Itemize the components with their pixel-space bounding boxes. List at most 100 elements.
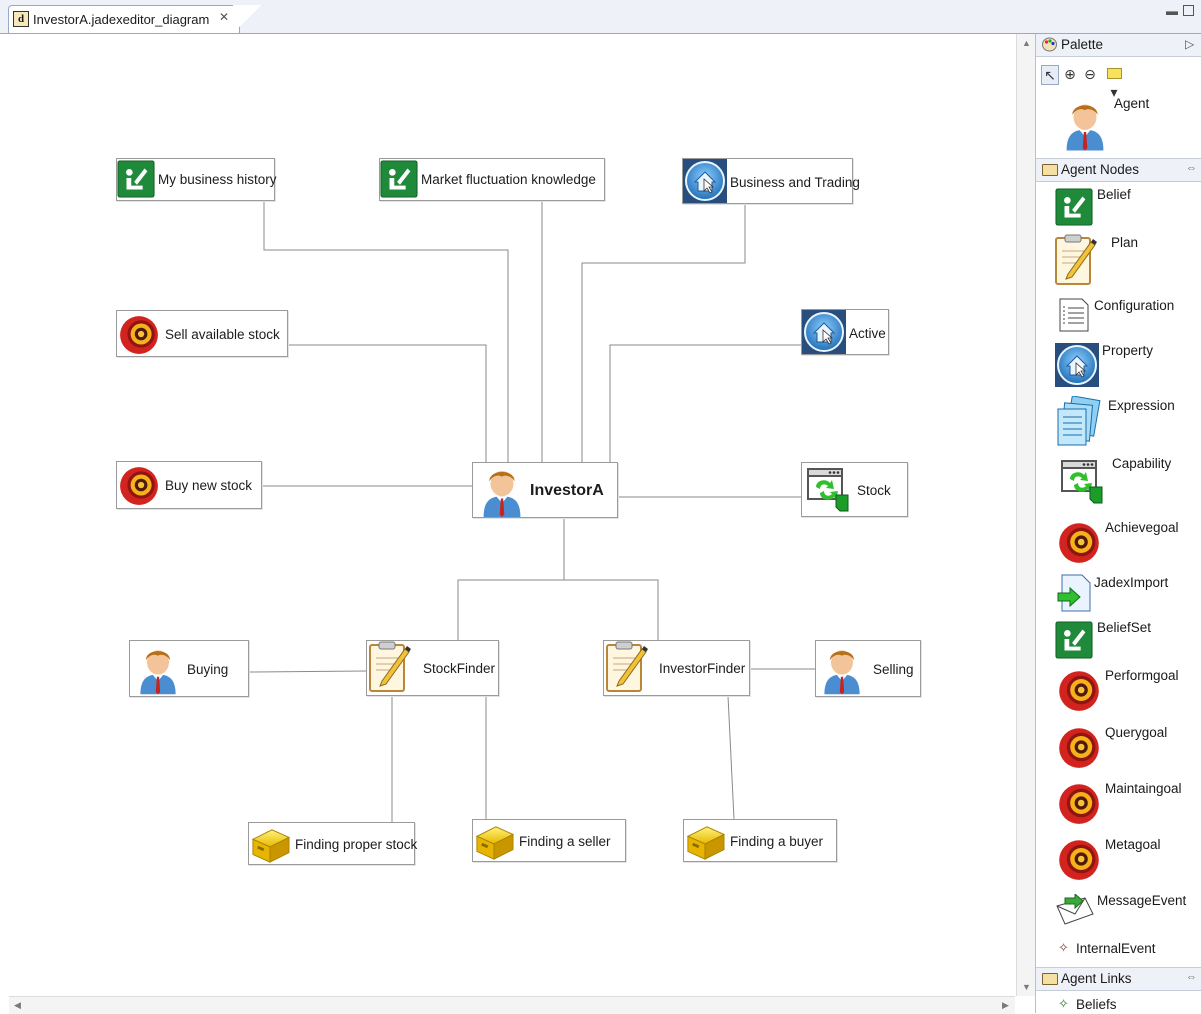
palette-item-performgoal[interactable]: Performgoal: [1036, 666, 1201, 712]
horizontal-scrollbar[interactable]: ◀ ▶: [9, 996, 1015, 1014]
scroll-left-icon[interactable]: ◀: [14, 1000, 21, 1011]
palette-item-achievegoal[interactable]: Achievegoal: [1036, 518, 1201, 564]
message-event-node[interactable]: Finding a buyer: [683, 819, 837, 862]
palette-item-belief[interactable]: Belief: [1036, 185, 1201, 229]
node-label: Finding a buyer: [730, 834, 824, 849]
node-label: Buy new stock: [165, 478, 253, 493]
node-label: Active: [849, 326, 886, 341]
edge-my-business-history: [263, 201, 509, 462]
zoom-out-icon[interactable]: ⊖: [1082, 65, 1098, 83]
pin-icon[interactable]: ⇔: [1186, 971, 1197, 983]
edge-stockfinder: [457, 518, 565, 640]
capability-node[interactable]: Stock: [801, 462, 908, 517]
belief-icon: [1055, 187, 1093, 227]
palette-header[interactable]: Palette ▷: [1036, 34, 1201, 57]
palette-item-agent[interactable]: Agent: [1036, 90, 1201, 162]
scroll-down-icon[interactable]: ▼: [1022, 982, 1031, 992]
scroll-up-icon[interactable]: ▲: [1022, 38, 1031, 48]
property-icon: [802, 310, 846, 354]
note-icon[interactable]: ▾: [1103, 65, 1125, 100]
agent-icon: [1062, 94, 1108, 154]
agent-icon: [820, 643, 864, 695]
node-label: Stock: [857, 483, 891, 498]
palette-item-label: Expression: [1108, 398, 1175, 413]
agent-node-main[interactable]: InvestorA: [472, 462, 618, 518]
diagram-canvas[interactable]: My business history Market fluctuation k…: [9, 34, 1015, 996]
palette-item-maintaingoal[interactable]: Maintaingoal: [1036, 779, 1201, 825]
plan-node[interactable]: StockFinder: [366, 640, 499, 696]
capability-icon: [806, 467, 850, 513]
palette-item-label: Plan: [1111, 235, 1139, 250]
palette-item-capability[interactable]: Capability: [1036, 456, 1201, 506]
pin-icon[interactable]: ⇔: [1186, 162, 1197, 174]
palette-item-label: JadexImport: [1094, 575, 1169, 590]
link-icon: ✧: [1058, 996, 1069, 1011]
section-title: Agent Nodes: [1061, 162, 1140, 177]
scroll-right-icon[interactable]: ▶: [1002, 1000, 1009, 1011]
message-event-icon: [1055, 894, 1095, 928]
editor-tab-bar: d InvestorA.jadexeditor_diagram ✕ ▬: [0, 0, 1201, 34]
palette-item-metagoal[interactable]: Metagoal: [1036, 835, 1201, 881]
palette-item-beliefs-link[interactable]: ✧ Beliefs: [1036, 995, 1201, 1013]
zoom-in-icon[interactable]: ⊕: [1062, 65, 1078, 83]
palette-item-property[interactable]: Property: [1036, 341, 1201, 389]
belief-node[interactable]: Market fluctuation knowledge: [379, 158, 605, 201]
goal-node[interactable]: Buy new stock: [116, 461, 262, 509]
configuration-icon: [1056, 297, 1090, 333]
maximize-icon[interactable]: [1183, 5, 1194, 16]
vertical-scrollbar[interactable]: ▲ ▼: [1016, 34, 1035, 996]
palette-icon: [1042, 37, 1057, 52]
agent-links-header[interactable]: Agent Links ⇔: [1036, 967, 1201, 991]
palette-item-label: Capability: [1112, 456, 1172, 471]
folder-open-icon: [1042, 164, 1058, 176]
node-label: Market fluctuation knowledge: [421, 172, 596, 187]
agent-node[interactable]: Buying: [129, 640, 249, 697]
palette-title: Palette: [1061, 37, 1104, 52]
belief-node[interactable]: My business history: [116, 158, 277, 201]
property-node[interactable]: Business and Trading: [682, 158, 860, 204]
palette-item-internalevent[interactable]: ✧ InternalEvent: [1036, 939, 1201, 959]
goal-icon: [1057, 837, 1101, 881]
plan-icon: [1053, 234, 1097, 288]
palette-item-plan[interactable]: Plan: [1036, 232, 1201, 290]
palette-item-label: Achievegoal: [1105, 520, 1179, 535]
plan-icon: [604, 641, 648, 695]
palette-item-beliefset[interactable]: BeliefSet: [1036, 618, 1201, 662]
agent-name: InvestorA: [530, 482, 604, 499]
message-event-node[interactable]: Finding proper stock: [248, 822, 418, 865]
goal-node[interactable]: Sell available stock: [116, 310, 288, 357]
capability-icon: [1060, 458, 1104, 506]
plan-icon: [367, 641, 411, 695]
editor-tab[interactable]: d InvestorA.jadexeditor_diagram ✕: [8, 5, 261, 33]
goal-icon: [1057, 668, 1101, 712]
close-icon[interactable]: ✕: [219, 10, 229, 24]
agent-nodes-header[interactable]: Agent Nodes ⇔: [1036, 158, 1201, 182]
collapse-icon[interactable]: ▷: [1185, 37, 1194, 51]
plan-node[interactable]: InvestorFinder: [603, 640, 750, 696]
node-label: Finding a seller: [519, 834, 611, 849]
palette-item-label: Maintaingoal: [1105, 781, 1182, 796]
goal-icon: [1057, 781, 1101, 825]
select-tool-icon[interactable]: ↖: [1041, 65, 1059, 85]
palette-item-configuration[interactable]: Configuration: [1036, 296, 1201, 336]
belief-icon: [1055, 620, 1093, 660]
diagram-file-icon: d: [13, 11, 29, 27]
node-label: Finding proper stock: [295, 837, 418, 852]
palette-item-label: Querygoal: [1105, 725, 1168, 740]
edge-active: [609, 344, 802, 462]
palette-item-querygoal[interactable]: Querygoal: [1036, 723, 1201, 769]
edge-finding-a-buyer: [727, 695, 735, 820]
palette-item-label: Beliefs: [1076, 997, 1117, 1012]
palette-item-label: InternalEvent: [1076, 941, 1156, 956]
palette-item-jadeximport[interactable]: JadexImport: [1036, 572, 1201, 612]
property-node[interactable]: Active: [801, 309, 889, 355]
node-label: My business history: [158, 172, 277, 187]
palette-item-messageevent[interactable]: MessageEvent: [1036, 891, 1201, 929]
message-event-node[interactable]: Finding a seller: [472, 819, 626, 862]
agent-node[interactable]: Selling: [815, 640, 921, 697]
palette-item-expression[interactable]: Expression: [1036, 394, 1201, 448]
palette-item-label: Performgoal: [1105, 668, 1179, 683]
minimize-icon[interactable]: ▬: [1166, 4, 1178, 18]
palette-item-label: Agent: [1114, 96, 1150, 111]
edge-business-and-trading: [581, 204, 746, 462]
